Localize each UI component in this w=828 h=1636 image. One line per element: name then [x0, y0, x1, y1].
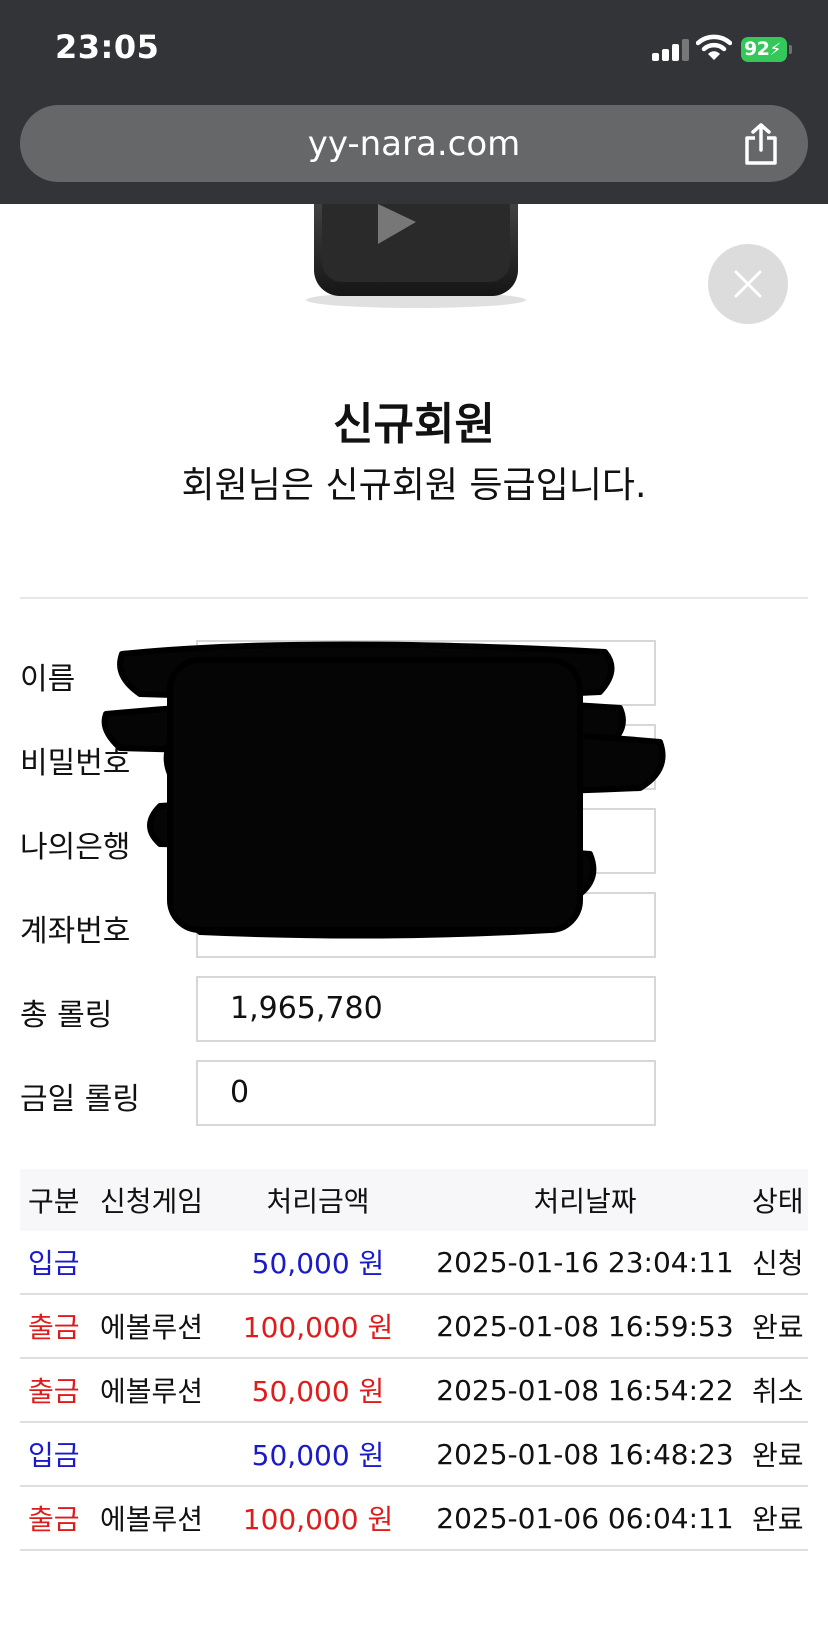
row-status: 신청: [752, 1247, 804, 1280]
row-type: 입금: [28, 1247, 80, 1280]
today-rolling-label: 금일 롤링: [20, 1082, 140, 1117]
table-header: 구분 신청게임 처리금액 처리날짜 상태: [20, 1169, 808, 1231]
row-amount: 50,000 원: [251, 1247, 385, 1280]
row-date: 2025-01-16 23:04:11: [436, 1245, 734, 1279]
row-type: 출금: [28, 1503, 80, 1536]
total-rolling-label: 총 롤링: [20, 998, 113, 1033]
grade-description: 회원님은 신규회원 등급입니다.: [181, 465, 647, 506]
battery-icon: 92⚡: [741, 37, 787, 62]
row-amount: 50,000 원: [251, 1375, 385, 1408]
row-amount: 100,000 원: [242, 1311, 394, 1344]
header-date: 처리날짜: [533, 1185, 637, 1218]
battery-nub: [789, 45, 792, 54]
close-icon[interactable]: [708, 244, 788, 324]
header-game: 신청게임: [100, 1185, 204, 1218]
name-label: 이름: [20, 662, 76, 697]
row-date: 2025-01-06 06:04:11: [436, 1501, 734, 1535]
table-row: 입금 50,000 원 2025-01-08 16:48:23 완료: [20, 1423, 808, 1487]
row-game: 에볼루션: [100, 1311, 204, 1344]
row-amount: 50,000 원: [251, 1439, 385, 1472]
header-amount: 처리금액: [266, 1185, 370, 1218]
row-date: 2025-01-08 16:54:22: [436, 1373, 734, 1407]
table-row: 출금 에볼루션 100,000 원 2025-01-06 06:04:11 완료: [20, 1487, 808, 1551]
table-row: 입금 50,000 원 2025-01-16 23:04:11 신청: [20, 1231, 808, 1295]
row-amount: 100,000 원: [242, 1503, 394, 1536]
row-status: 완료: [752, 1439, 804, 1472]
total-rolling-field[interactable]: 1,965,780: [196, 976, 656, 1042]
url-text[interactable]: yy-nara.com: [20, 124, 808, 164]
signal-icon: [652, 39, 690, 61]
history-table: 구분 신청게임 처리금액 처리날짜 상태 입금 50,000 원 2025-01…: [20, 1169, 808, 1551]
browser-chrome: 23:05 92⚡ yy-nara.com: [0, 0, 828, 204]
row-type: 입금: [28, 1439, 80, 1472]
table-row: 출금 에볼루션 50,000 원 2025-01-08 16:54:22 취소: [20, 1359, 808, 1423]
header-status: 상태: [752, 1185, 804, 1218]
row-date: 2025-01-08 16:48:23: [436, 1437, 734, 1471]
wifi-icon: [696, 34, 732, 60]
row-type: 출금: [28, 1375, 80, 1408]
row-type: 출금: [28, 1311, 80, 1344]
row-status: 취소: [752, 1375, 804, 1408]
row-status: 완료: [752, 1503, 804, 1536]
play-logo-icon: [306, 204, 526, 308]
redaction-scribble: [101, 641, 666, 939]
row-game: 에볼루션: [100, 1503, 204, 1536]
today-rolling-field[interactable]: 0: [196, 1060, 656, 1126]
row-date: 2025-01-08 16:59:53: [436, 1309, 734, 1343]
divider: [20, 597, 808, 599]
table-row: 출금 에볼루션 100,000 원 2025-01-08 16:59:53 완료: [20, 1295, 808, 1359]
status-time: 23:05: [55, 28, 160, 66]
row-status: 완료: [752, 1311, 804, 1344]
close-button[interactable]: [708, 244, 788, 324]
row-game: 에볼루션: [100, 1375, 204, 1408]
header-type: 구분: [28, 1185, 80, 1218]
address-bar[interactable]: yy-nara.com: [20, 105, 808, 182]
share-icon[interactable]: [742, 122, 780, 166]
battery-level: 92: [744, 38, 770, 60]
grade-title: 신규회원: [333, 399, 495, 450]
